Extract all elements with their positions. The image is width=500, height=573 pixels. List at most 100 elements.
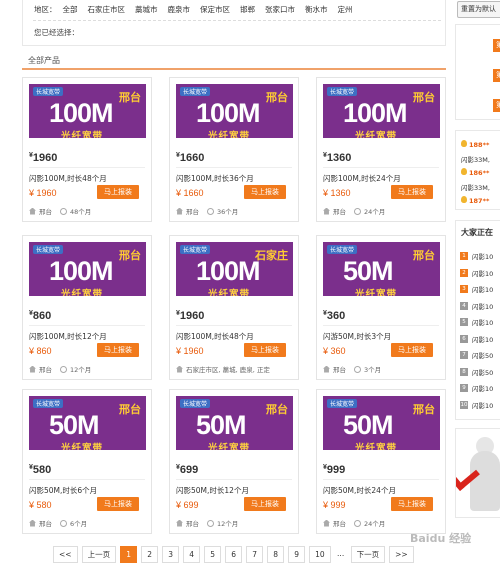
product-name[interactable]: 闪影100M,时长24个月 <box>323 173 401 184</box>
page-button[interactable]: 10 <box>309 546 331 563</box>
product-card[interactable]: 长城宽带 邢台 50M 光纤宽带 ¥580 闪影50M,时长6个月 ¥ 580 马上报装 邢台 6… <box>22 389 152 534</box>
clock-icon <box>207 519 214 527</box>
product-card[interactable]: 长城宽带 邢台 50M 光纤宽带 ¥699 闪影50M,时长12个月 ¥ 699 马上报装 邢台… <box>169 389 299 534</box>
live-activity-item[interactable]: 10 闪影10 <box>460 400 493 410</box>
product-name[interactable]: 闪影50M,时长24个月 <box>323 485 396 496</box>
product-name[interactable]: 闪游50M,时长3个月 <box>323 331 391 342</box>
live-activity-text: 闪影10 <box>472 401 494 410</box>
page-button-current[interactable]: 1 <box>120 546 138 563</box>
order-now-button[interactable]: 马上报装 <box>97 185 139 199</box>
product-card[interactable]: 长城宽带 邢台 100M 光纤宽带 ¥1360 闪影100M,时长24个月 ¥ 1360 马上… <box>316 77 446 222</box>
region-option[interactable]: 张家口市 <box>265 4 295 15</box>
product-name[interactable]: 闪影100M,时长36个月 <box>176 173 254 184</box>
page-button[interactable]: 2 <box>141 546 159 563</box>
live-activity-text: 闪影10 <box>472 269 494 278</box>
order-now-button[interactable]: 马上报装 <box>244 343 286 357</box>
page-button[interactable]: 4 <box>183 546 201 563</box>
filter-panel: 地区： 全部 石家庄市区 藁城市 鹿泉市 保定市区 邯郸 张家口市 衡水市 定州… <box>22 0 446 46</box>
product-name[interactable]: 闪影50M,时长6个月 <box>29 485 97 496</box>
product-name[interactable]: 闪影50M,时长12个月 <box>176 485 249 496</box>
live-activity-item[interactable]: 2 闪影10 <box>460 268 493 278</box>
order-now-button[interactable]: 马上报装 <box>244 185 286 199</box>
reset-default-button[interactable]: 重置为默认 <box>457 1 500 18</box>
recent-order-item: 188** <box>461 140 489 149</box>
region-filter-row: 地区： 全部 石家庄市区 藁城市 鹿泉市 保定市区 邯郸 张家口市 衡水市 定州 <box>34 4 353 15</box>
banner-speed: 100M <box>196 98 261 128</box>
first-page-button[interactable]: << <box>53 546 78 563</box>
live-activity-item[interactable]: 4 闪影10 <box>460 301 493 311</box>
product-meta: 邢台 24个月 <box>323 206 385 216</box>
page-button[interactable]: 5 <box>204 546 222 563</box>
product-name[interactable]: 闪影100M,时长48个月 <box>176 331 254 342</box>
region-option[interactable]: 定州 <box>338 4 353 15</box>
page-button[interactable]: 7 <box>246 546 264 563</box>
product-banner-image[interactable]: 长城宽带 邢台 50M 光纤宽带 <box>176 396 293 459</box>
last-page-button[interactable]: >> <box>389 546 414 563</box>
live-activity-item[interactable]: 5 闪影10 <box>460 317 493 327</box>
live-activity-item[interactable]: 9 闪影10 <box>460 383 493 393</box>
product-card[interactable]: 长城宽带 邢台 50M 光纤宽带 ¥360 闪游50M,时长3个月 ¥ 360 马上报装 邢台 3… <box>316 235 446 380</box>
product-name[interactable]: 闪影100M,时长12个月 <box>29 331 107 342</box>
live-activity-text: 闪影10 <box>472 385 494 393</box>
rank-number: 3 <box>460 285 468 293</box>
rank-number: 10 <box>460 400 468 409</box>
home-icon <box>176 519 183 527</box>
live-activity-item[interactable]: 3 闪影10 <box>460 284 493 294</box>
product-banner-image[interactable]: 长城宽带 邢台 100M 光纤宽带 <box>29 84 146 147</box>
live-activity-item[interactable]: 7 闪影50 <box>460 350 493 360</box>
rank-tag: 第 <box>493 39 500 52</box>
brand-logo: 长城宽带 <box>327 87 358 96</box>
home-icon <box>29 365 36 373</box>
card-divider <box>176 167 292 168</box>
brand-logo: 长城宽带 <box>327 399 358 408</box>
region-option[interactable]: 保定市区 <box>200 4 230 15</box>
page-button[interactable]: 9 <box>288 546 306 563</box>
product-card[interactable]: 长城宽带 邢台 100M 光纤宽带 ¥1660 闪影100M,时长36个月 ¥ 1660 马上… <box>169 77 299 222</box>
product-price: ¥ 1960 <box>29 188 57 198</box>
product-banner-image[interactable]: 长城宽带 邢台 50M 光纤宽带 <box>29 396 146 459</box>
product-name[interactable]: 闪影100M,时长48个月 <box>29 173 107 184</box>
product-banner-image[interactable]: 长城宽带 邢台 50M 光纤宽带 <box>323 396 440 459</box>
card-divider <box>176 479 292 480</box>
banner-city: 邢台 <box>413 91 435 104</box>
banner-stripe <box>29 450 146 459</box>
order-now-button[interactable]: 马上报装 <box>97 343 139 357</box>
product-meta: 邢台 3个月 <box>323 364 381 374</box>
page-button[interactable]: 3 <box>162 546 180 563</box>
next-page-button[interactable]: 下一页 <box>350 546 386 563</box>
order-now-button[interactable]: 马上报装 <box>244 497 286 511</box>
product-card[interactable]: 长城宽带 石家庄 100M 光纤宽带 ¥1960 闪影100M,时长48个月 ¥ 1960 马… <box>169 235 299 380</box>
order-now-button[interactable]: 马上报装 <box>97 497 139 511</box>
product-banner-image[interactable]: 长城宽带 石家庄 100M 光纤宽带 <box>176 242 293 305</box>
live-activity-item[interactable]: 6 闪影10 <box>460 334 493 344</box>
live-activity-item[interactable]: 1 闪影10 <box>460 251 493 261</box>
rank-number: 8 <box>460 367 468 376</box>
product-card[interactable]: 长城宽带 邢台 100M 光纤宽带 ¥1960 闪影100M,时长48个月 ¥ 1960 马上… <box>22 77 152 222</box>
rank-number: 9 <box>460 384 468 392</box>
mascot-body <box>470 451 500 511</box>
region-option-all[interactable]: 全部 <box>63 4 78 15</box>
product-banner-image[interactable]: 长城宽带 邢台 100M 光纤宽带 <box>29 242 146 305</box>
banner-speed: 50M <box>343 256 394 286</box>
order-now-button[interactable]: 马上报装 <box>391 185 433 199</box>
prev-page-button[interactable]: 上一页 <box>81 546 117 563</box>
product-banner-image[interactable]: 长城宽带 邢台 100M 光纤宽带 <box>176 84 293 147</box>
region-option[interactable]: 石家庄市区 <box>88 4 126 15</box>
region-option[interactable]: 藁城市 <box>135 4 158 15</box>
order-now-button[interactable]: 马上报装 <box>391 343 433 357</box>
product-banner-image[interactable]: 长城宽带 邢台 50M 光纤宽带 <box>323 242 440 305</box>
region-option[interactable]: 鹿泉市 <box>168 4 191 15</box>
product-card[interactable]: 长城宽带 邢台 100M 光纤宽带 ¥860 闪影100M,时长12个月 ¥ 860 马上报装… <box>22 235 152 380</box>
region-option[interactable]: 衡水市 <box>305 4 328 15</box>
live-activity-item[interactable]: 8 闪影50 <box>460 367 493 377</box>
product-price: ¥ 1960 <box>176 346 204 356</box>
order-now-button[interactable]: 马上报装 <box>391 497 433 511</box>
banner-stripe <box>323 296 440 305</box>
region-option[interactable]: 邯郸 <box>240 4 255 15</box>
page-button[interactable]: 6 <box>225 546 243 563</box>
home-icon <box>323 207 330 215</box>
product-banner-image[interactable]: 长城宽带 邢台 100M 光纤宽带 <box>323 84 440 147</box>
product-card[interactable]: 长城宽带 邢台 50M 光纤宽带 ¥999 闪影50M,时长24个月 ¥ 999 马上报装 邢台… <box>316 389 446 534</box>
live-activity-box: 大家正在 1 闪影10 2 闪影10 3 闪影10 4 闪影10 5 闪影10 6 闪影10 7 闪影50… <box>455 220 500 420</box>
page-button[interactable]: 8 <box>267 546 285 563</box>
